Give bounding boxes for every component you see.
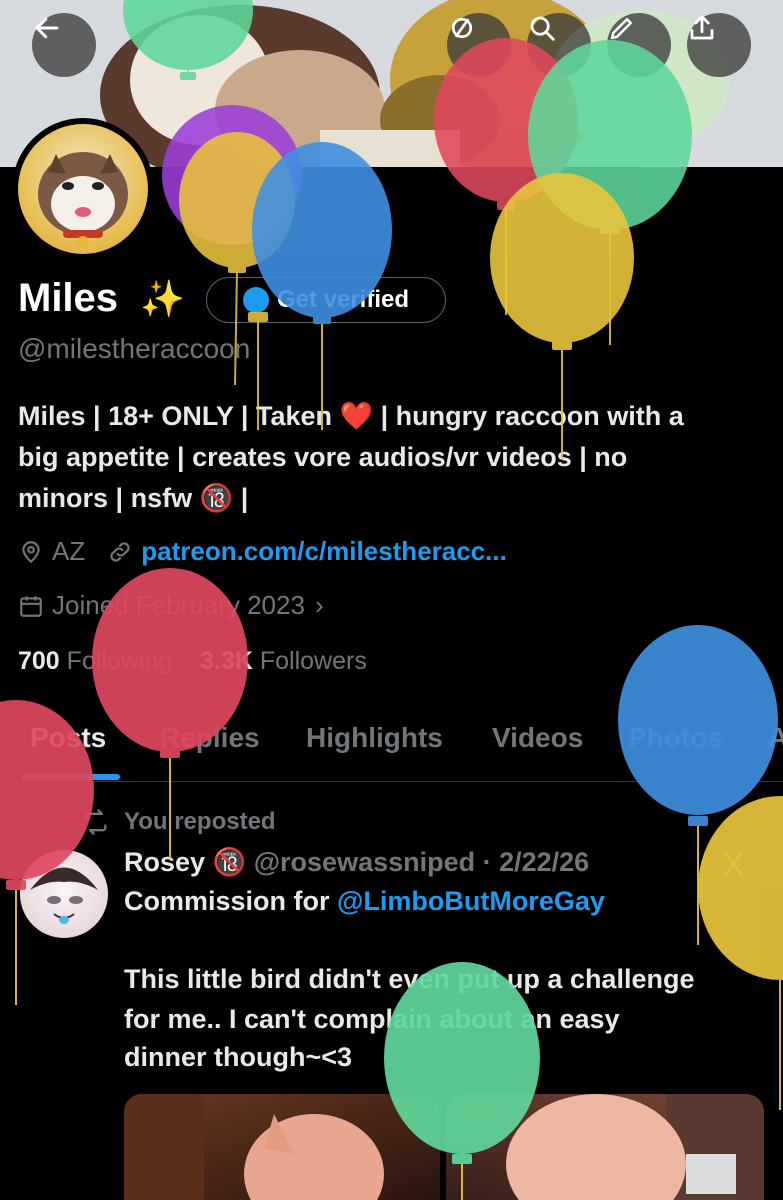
arrow-left-icon bbox=[35, 17, 59, 39]
tab-posts[interactable]: Posts bbox=[30, 722, 106, 754]
bio-line: Miles | 18+ ONLY | Taken ❤️ | hungry rac… bbox=[18, 401, 684, 431]
get-verified-button[interactable]: Get verified bbox=[206, 277, 446, 323]
profile-name: Miles bbox=[18, 276, 119, 320]
followers-label: Followers bbox=[259, 647, 367, 675]
share-button[interactable] bbox=[687, 13, 751, 77]
back-button[interactable] bbox=[32, 13, 96, 77]
balloon-blue bbox=[618, 625, 778, 945]
grok-button[interactable] bbox=[447, 13, 511, 77]
profile-joined-row[interactable]: Joined February 2023 › bbox=[18, 590, 324, 621]
bio-line: minors | nsfw 🔞 | bbox=[18, 483, 249, 513]
link-icon bbox=[110, 541, 130, 562]
post-media-image[interactable] bbox=[446, 1094, 764, 1200]
bio-line: big appetite | creates vore audios/vr vi… bbox=[18, 442, 628, 472]
following-count: 700 bbox=[18, 647, 60, 675]
post-mention[interactable]: @LimboButMoreGay bbox=[337, 886, 605, 916]
tab-photos[interactable]: Photos bbox=[628, 722, 723, 754]
post-header: Rosey 🔞 @rosewassniped · 2/22/26 bbox=[124, 846, 589, 878]
followers-link[interactable]: 3.3K Followers bbox=[200, 647, 367, 675]
following-label: Following bbox=[66, 647, 173, 675]
search-icon bbox=[530, 16, 555, 41]
balloon-yellow bbox=[698, 796, 783, 1110]
search-button[interactable] bbox=[527, 13, 591, 77]
repost-icon bbox=[85, 809, 107, 835]
post-text-line: dinner though~<3 bbox=[124, 1042, 353, 1072]
profile-tabs: Posts Replies Highlights Videos Photos A bbox=[0, 712, 783, 782]
post-text-line: for me.. I can't complain about an easy bbox=[124, 1004, 620, 1034]
profile-meta-row: AZ patreon.com/c/milestheracc... bbox=[18, 536, 507, 567]
post-text-prefix: Commission for bbox=[124, 886, 338, 916]
profile-link[interactable]: patreon.com/c/milestheracc... bbox=[141, 536, 507, 567]
reposted-label: You reposted bbox=[124, 808, 276, 835]
location-pin-icon bbox=[22, 540, 40, 563]
tab-highlights[interactable]: Highlights bbox=[306, 722, 443, 754]
avatar-image bbox=[18, 124, 148, 254]
x-logo-icon: X bbox=[722, 846, 745, 884]
profile-stats: 700 Following 3.3K Followers bbox=[18, 647, 367, 676]
following-link[interactable]: 700 Following bbox=[18, 647, 172, 675]
chevron-right-icon: › bbox=[314, 590, 324, 620]
followers-count: 3.3K bbox=[200, 647, 253, 675]
profile-avatar[interactable] bbox=[12, 118, 154, 260]
sparkle-emoji: ✨ bbox=[140, 278, 185, 319]
post-handle-date[interactable]: @rosewassniped · 2/22/26 bbox=[254, 847, 589, 877]
profile-bio: Miles | 18+ ONLY | Taken ❤️ | hungry rac… bbox=[18, 396, 768, 519]
post-text-line: This little bird didn't even put up a ch… bbox=[124, 964, 695, 994]
active-tab-indicator bbox=[22, 774, 120, 780]
edit-button[interactable] bbox=[607, 13, 671, 77]
author-badge-emoji: 🔞 bbox=[212, 847, 247, 877]
pencil-icon bbox=[610, 18, 632, 40]
post-author-avatar[interactable] bbox=[20, 850, 108, 938]
post-media-image[interactable] bbox=[124, 1094, 440, 1200]
profile-location: AZ bbox=[52, 536, 86, 566]
repost-indicator: You reposted bbox=[82, 808, 276, 836]
tab-replies[interactable]: Replies bbox=[160, 722, 260, 754]
tab-more[interactable]: A bbox=[768, 722, 783, 754]
post-text-line: Commission for @LimboButMoreGay bbox=[124, 886, 605, 917]
get-verified-label: Get verified bbox=[276, 286, 410, 313]
profile-joined: Joined February 2023 bbox=[52, 590, 305, 620]
share-icon bbox=[690, 15, 714, 40]
grok-icon bbox=[451, 17, 473, 39]
tab-videos[interactable]: Videos bbox=[492, 722, 583, 754]
calendar-icon bbox=[20, 595, 42, 617]
profile-handle: @milestheraccoon bbox=[18, 333, 251, 364]
verified-badge-icon bbox=[242, 287, 269, 313]
post-author-name[interactable]: Rosey bbox=[124, 847, 205, 877]
